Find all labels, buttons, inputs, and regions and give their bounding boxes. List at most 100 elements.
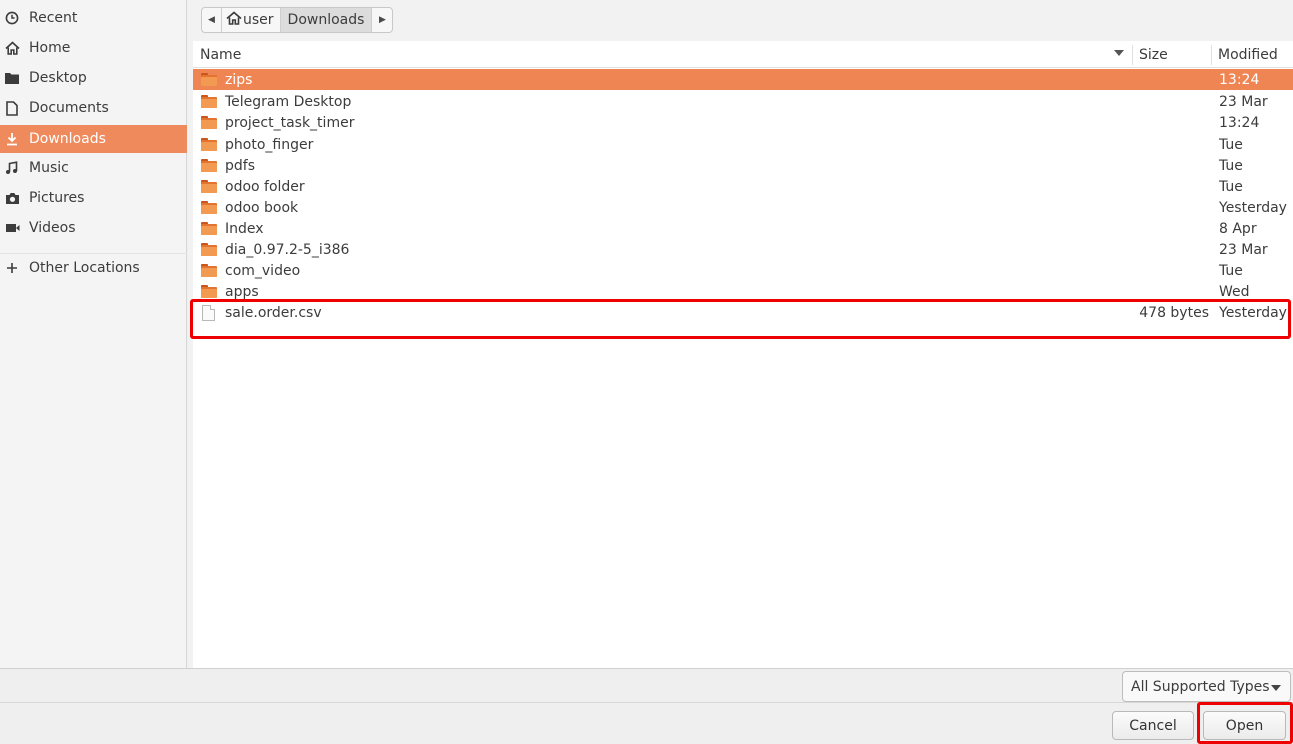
file-name: zips: [225, 71, 253, 88]
file-modified: 23 Mar: [1219, 241, 1268, 258]
folder-icon: [201, 200, 217, 215]
sidebar-item-label: Home: [29, 40, 71, 56]
file-row[interactable]: pdfs Tue: [193, 155, 1293, 176]
path-forward-button[interactable]: ▶: [372, 8, 392, 32]
file-row[interactable]: odoo folder Tue: [193, 176, 1293, 197]
clock-icon: [4, 10, 20, 26]
folder-icon: [201, 179, 217, 194]
file-row-zips[interactable]: zips 13:24: [193, 69, 1293, 90]
folder-icon: [201, 137, 217, 152]
folder-icon: [201, 284, 217, 299]
file-name: com_video: [225, 262, 301, 279]
breadcrumb-user[interactable]: user: [222, 8, 281, 32]
sidebar-item-home[interactable]: Home: [0, 34, 187, 62]
folder-icon: [201, 72, 217, 87]
file-name: apps: [225, 283, 259, 300]
sidebar-item-label: Music: [29, 160, 69, 176]
sidebar-item-documents[interactable]: Documents: [0, 94, 187, 122]
file-modified: Wed: [1219, 283, 1250, 300]
file-row[interactable]: com_video Tue: [193, 260, 1293, 281]
file-row[interactable]: Index 8 Apr: [193, 218, 1293, 239]
file-list-header: Name Size Modified: [193, 41, 1293, 68]
cancel-button[interactable]: Cancel: [1112, 711, 1194, 740]
file-name: photo_finger: [225, 136, 314, 153]
sidebar-item-label: Downloads: [29, 131, 106, 147]
file-modified: Tue: [1219, 262, 1243, 279]
file-modified: 13:24: [1219, 71, 1260, 88]
sort-descending-icon: [1114, 50, 1124, 56]
file-modified: 13:24: [1219, 114, 1260, 131]
column-divider[interactable]: [1132, 45, 1133, 65]
plus-icon: [4, 260, 20, 276]
folder-icon: [201, 158, 217, 173]
download-icon: [4, 131, 20, 147]
file-row[interactable]: dia_0.97.2-5_i386 23 Mar: [193, 239, 1293, 260]
column-header-modified[interactable]: Modified: [1218, 41, 1293, 68]
folder-icon: [201, 94, 217, 109]
file-name: Index: [225, 220, 264, 237]
column-header-size[interactable]: Size: [1139, 41, 1207, 68]
breadcrumb-downloads[interactable]: Downloads: [280, 8, 373, 32]
file-modified: Tue: [1219, 157, 1243, 174]
sidebar-item-recent[interactable]: Recent: [0, 4, 187, 32]
home-icon: [4, 40, 20, 56]
sidebar-item-label: Desktop: [29, 70, 87, 86]
filter-bar: All Supported Types: [0, 668, 1293, 702]
file-list: Name Size Modified zips 13:24 Telegram D…: [193, 41, 1293, 668]
document-icon: [4, 100, 20, 116]
folder-icon: [201, 221, 217, 236]
sidebar-item-videos[interactable]: Videos: [0, 214, 187, 242]
file-modified: 23 Mar: [1219, 93, 1268, 110]
sidebar-item-label: Other Locations: [29, 260, 140, 276]
column-header-label: Name: [200, 46, 242, 63]
column-header-name[interactable]: Name: [200, 41, 1130, 68]
file-row[interactable]: project_task_timer 13:24: [193, 112, 1293, 133]
folder-icon: [201, 242, 217, 257]
home-icon: [226, 11, 242, 29]
file-name: odoo book: [225, 199, 299, 216]
folder-icon: [201, 263, 217, 278]
file-row[interactable]: photo_finger Tue: [193, 134, 1293, 155]
annotation-highlight-open-button: [1197, 702, 1293, 744]
places-sidebar: Recent Home Desktop Documents Downloads …: [0, 0, 187, 668]
file-row[interactable]: odoo book Yesterday: [193, 197, 1293, 218]
sidebar-item-other-locations[interactable]: Other Locations: [0, 254, 187, 282]
column-header-label: Size: [1139, 46, 1168, 63]
sidebar-item-label: Recent: [29, 10, 78, 26]
breadcrumb-label: user: [243, 12, 274, 28]
file-name: pdfs: [225, 157, 255, 174]
sidebar-item-downloads[interactable]: Downloads: [0, 125, 187, 153]
file-type-filter-value: All Supported Types: [1131, 678, 1270, 695]
path-bar: ◀ user Downloads ▶: [201, 7, 394, 33]
file-name: Telegram Desktop: [225, 93, 352, 110]
sidebar-item-desktop[interactable]: Desktop: [0, 64, 187, 92]
desktop-folder-icon: [4, 70, 20, 86]
file-row[interactable]: Telegram Desktop 23 Mar: [193, 91, 1293, 112]
file-type-filter-select[interactable]: All Supported Types: [1122, 671, 1291, 702]
breadcrumb-label: Downloads: [287, 12, 365, 28]
file-modified: Tue: [1219, 178, 1243, 195]
sidebar-item-label: Pictures: [29, 190, 85, 206]
video-icon: [4, 220, 20, 236]
chevron-left-icon: ◀: [208, 15, 215, 25]
sidebar-item-label: Videos: [29, 220, 76, 236]
camera-icon: [4, 190, 20, 206]
file-name: dia_0.97.2-5_i386: [225, 241, 350, 258]
sidebar-item-label: Documents: [29, 100, 109, 116]
file-name: odoo folder: [225, 178, 305, 195]
dialog-action-bar: Cancel Open: [0, 702, 1293, 744]
annotation-highlight-file-row: [190, 299, 1291, 339]
sidebar-item-pictures[interactable]: Pictures: [0, 184, 187, 212]
cancel-button-label: Cancel: [1129, 717, 1177, 734]
sidebar-item-music[interactable]: Music: [0, 154, 187, 182]
chevron-right-icon: ▶: [378, 15, 386, 25]
column-divider[interactable]: [1211, 45, 1212, 65]
file-modified: Tue: [1219, 136, 1243, 153]
column-header-label: Modified: [1218, 46, 1278, 63]
music-icon: [4, 160, 20, 176]
file-modified: 8 Apr: [1219, 220, 1257, 237]
file-name: project_task_timer: [225, 114, 355, 131]
path-back-button[interactable]: ◀: [202, 8, 222, 32]
file-modified: Yesterday: [1219, 199, 1287, 216]
folder-icon: [201, 115, 217, 130]
